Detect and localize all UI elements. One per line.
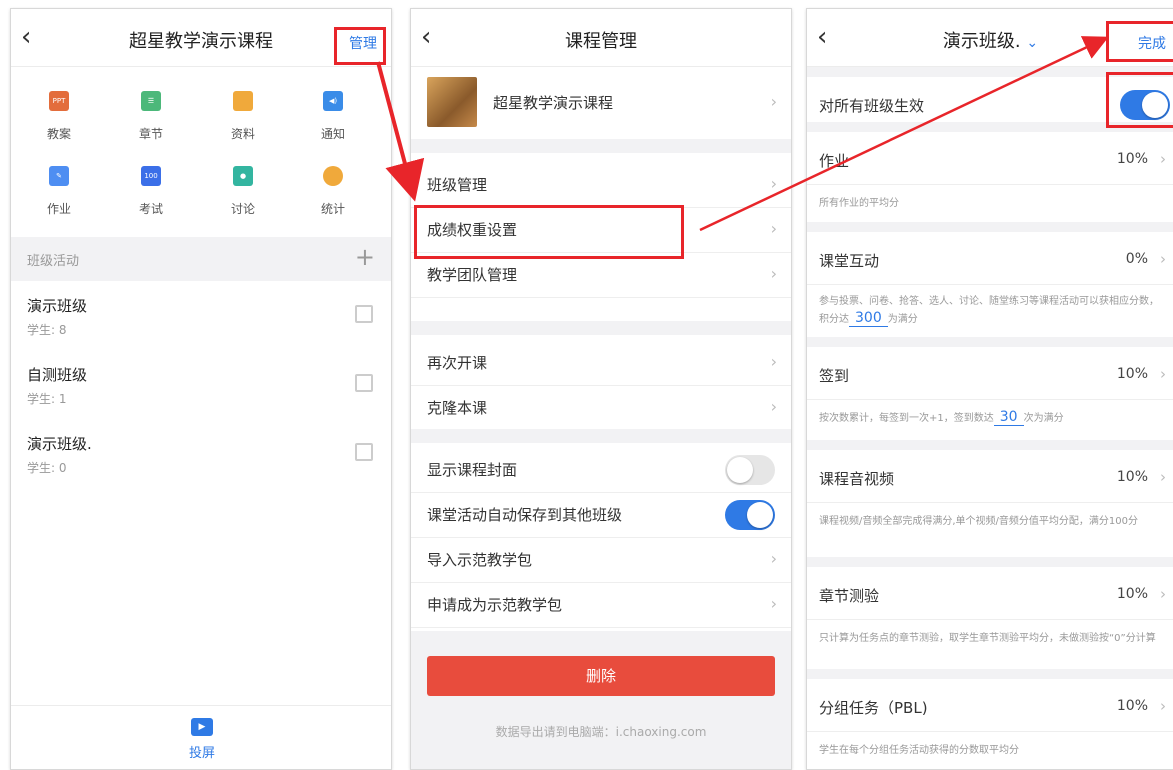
arrow-manage-to-grade	[376, 61, 425, 202]
arrow-grade-to-done	[699, 36, 1109, 232]
annotation-arrows	[376, 36, 1109, 232]
